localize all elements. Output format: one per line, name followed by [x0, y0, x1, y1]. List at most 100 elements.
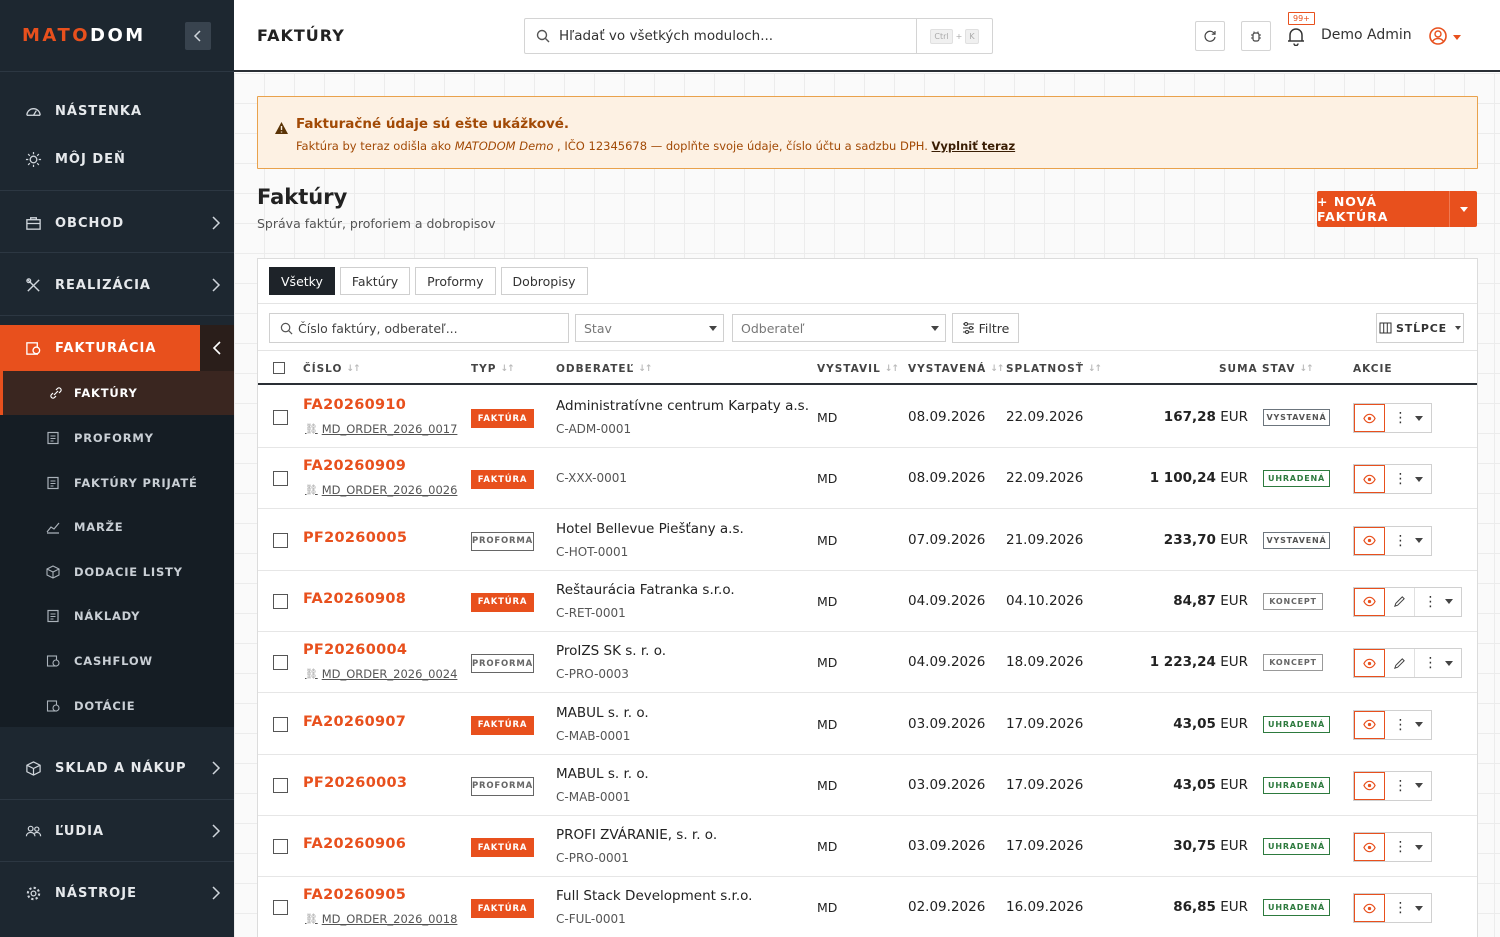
global-search-input[interactable]: Hľadať vo všetkých moduloch... Ctrl + K: [524, 18, 993, 54]
view-button[interactable]: [1354, 894, 1385, 923]
table-row[interactable]: FA20260910 ⛓ MD_ORDER_2026_0017 FAKTÚRA Admi…: [258, 387, 1477, 448]
table-row[interactable]: FA20260905 ⛓ MD_ORDER_2026_0018 FAKTÚRA Full…: [258, 877, 1477, 937]
column-header-number[interactable]: ČÍSLO ↓↑: [303, 363, 361, 375]
customer-select[interactable]: Odberateľ: [732, 314, 946, 342]
order-reference-link[interactable]: ⛓ MD_ORDER_2026_0024: [305, 667, 457, 681]
fill-in-now-link[interactable]: Vyplniť teraz: [932, 139, 1016, 153]
sidebar-subitem-faktury-prijate[interactable]: FAKTÚRY PRIJATÉ: [0, 461, 234, 505]
user-name[interactable]: Demo Admin: [1321, 27, 1412, 43]
more-actions-button[interactable]: ⋮: [1385, 772, 1431, 800]
order-reference-link[interactable]: ⛓ MD_ORDER_2026_0018: [305, 912, 457, 926]
bell-icon[interactable]: [1286, 26, 1306, 46]
invoice-number-link[interactable]: FA20260906: [303, 836, 406, 852]
sidebar-subitem-proformy[interactable]: PROFORMY: [0, 416, 234, 460]
row-checkbox[interactable]: [273, 410, 288, 425]
row-checkbox[interactable]: [273, 777, 288, 793]
more-actions-button[interactable]: ⋮: [1385, 711, 1431, 739]
invoice-number-link[interactable]: FA20260910: [303, 397, 406, 413]
order-reference-link[interactable]: ⛓ MD_ORDER_2026_0017: [305, 422, 457, 436]
column-header-due[interactable]: SPLATNOSŤ ↓↑: [1006, 363, 1102, 375]
sidebar-subitem-cashflow[interactable]: CASHFLOW: [0, 639, 234, 683]
due-date: 17.09.2026: [1006, 776, 1084, 793]
customer-name: MABUL s. r. o.: [556, 765, 649, 782]
tab-all[interactable]: Všetky: [269, 267, 335, 295]
invoice-number-link[interactable]: FA20260909: [303, 458, 406, 474]
sidebar-subitem-dotacie[interactable]: DOTÁCIE: [0, 684, 234, 728]
sidebar-item-ludia[interactable]: ĽUDIA: [0, 807, 234, 855]
view-button[interactable]: [1354, 404, 1385, 432]
table-row[interactable]: FA20260907 FAKTÚRA MABUL s. r. o. C-MAB-000…: [258, 694, 1477, 755]
tab-invoices[interactable]: Faktúry: [339, 267, 411, 295]
invoice-number-link[interactable]: FA20260908: [303, 591, 406, 607]
collapse-section-toggle[interactable]: [200, 325, 234, 371]
sidebar-item-nastenka[interactable]: NÁSTENKA: [0, 88, 234, 134]
sidebar-subitem-marze[interactable]: MARŽE: [0, 505, 234, 549]
sidebar-collapse-button[interactable]: [185, 22, 211, 50]
tab-proformas[interactable]: Proformy: [415, 267, 496, 295]
more-actions-button[interactable]: ⋮: [1415, 588, 1461, 616]
invoice-number-link[interactable]: PF20260005: [303, 530, 407, 546]
column-header-issuer[interactable]: VYSTAVIL ↓↑: [817, 363, 899, 375]
status-select[interactable]: Stav: [575, 314, 724, 342]
sidebar-item-realizacia[interactable]: REALIZÁCIA: [0, 261, 234, 309]
new-invoice-button[interactable]: + NOVÁ FAKTÚRA: [1317, 191, 1449, 227]
view-button[interactable]: [1354, 710, 1385, 739]
view-button[interactable]: [1354, 526, 1385, 555]
row-checkbox[interactable]: [273, 655, 288, 671]
more-vertical-icon: ⋮: [1393, 839, 1408, 856]
view-button[interactable]: [1354, 771, 1385, 800]
column-header-status[interactable]: STAV ↓↑: [1262, 363, 1314, 375]
more-actions-button[interactable]: ⋮: [1385, 894, 1431, 922]
column-header-customer[interactable]: ODBERATEĽ ↓↑: [556, 363, 652, 375]
column-header-amount[interactable]: SUMA: [1219, 363, 1258, 375]
more-actions-button[interactable]: ⋮: [1415, 649, 1461, 677]
select-all-checkbox[interactable]: [273, 362, 285, 374]
sidebar-item-fakturacia[interactable]: FAKTURÁCIA: [0, 325, 234, 371]
topbar-title: FAKTÚRY: [257, 26, 345, 45]
row-checkbox[interactable]: [273, 532, 288, 548]
sidebar-subitem-faktury[interactable]: FAKTÚRY: [0, 371, 234, 415]
sidebar-item-obchod[interactable]: OBCHOD: [0, 199, 234, 247]
row-checkbox[interactable]: [273, 900, 288, 916]
more-actions-button[interactable]: ⋮: [1385, 833, 1431, 861]
row-checkbox[interactable]: [273, 593, 288, 609]
view-button[interactable]: [1354, 833, 1385, 862]
invoice-search-input[interactable]: Číslo faktúry, odberateľ...: [269, 313, 569, 343]
row-checkbox[interactable]: [273, 716, 288, 732]
column-header-issued[interactable]: VYSTAVENÁ ↓↑: [908, 363, 1004, 375]
sidebar-subitem-dodacie-listy[interactable]: DODACIE LISTY: [0, 550, 234, 594]
columns-button[interactable]: STĹPCE: [1376, 313, 1464, 343]
row-checkbox[interactable]: [273, 471, 288, 487]
edit-button[interactable]: [1385, 649, 1415, 678]
invoice-number-link[interactable]: PF20260003: [303, 775, 407, 791]
invoice-number-link[interactable]: FA20260905: [303, 887, 406, 903]
user-menu[interactable]: [1429, 26, 1461, 48]
invoice-number-link[interactable]: FA20260907: [303, 714, 406, 730]
new-invoice-dropdown-button[interactable]: [1449, 191, 1477, 227]
order-reference-link[interactable]: ⛓ MD_ORDER_2026_0026: [305, 483, 457, 497]
invoice-number-link[interactable]: PF20260004: [303, 642, 407, 658]
sidebar-subitem-naklady[interactable]: NÁKLADY: [0, 594, 234, 638]
view-button[interactable]: [1354, 465, 1385, 494]
row-checkbox[interactable]: [273, 839, 288, 855]
edit-button[interactable]: [1385, 587, 1415, 616]
table-row[interactable]: PF20260005 PROFORMA Hotel Bellevue Piešťan…: [258, 510, 1477, 571]
bug-report-button[interactable]: [1241, 21, 1271, 51]
more-actions-button[interactable]: ⋮: [1385, 465, 1431, 493]
refresh-button[interactable]: [1195, 21, 1225, 51]
filters-button[interactable]: Filtre: [952, 313, 1019, 343]
table-row[interactable]: PF20260003 PROFORMA MABUL s. r. o. C-MAB-00…: [258, 755, 1477, 816]
more-actions-button[interactable]: ⋮: [1385, 404, 1431, 432]
tab-credit-notes[interactable]: Dobropisy: [500, 267, 588, 295]
column-header-type[interactable]: TYP ↓↑: [471, 363, 515, 375]
more-actions-button[interactable]: ⋮: [1385, 527, 1431, 555]
sidebar-item-nastroje[interactable]: NÁSTROJE: [0, 869, 234, 917]
table-row[interactable]: FA20260906 FAKTÚRA PROFI ZVÁRANIE, s. r. o…: [258, 816, 1477, 878]
sidebar-item-sklad[interactable]: SKLAD A NÁKUP: [0, 744, 234, 792]
view-button[interactable]: [1354, 587, 1385, 616]
table-row[interactable]: PF20260004 ⛓ MD_ORDER_2026_0024 PROFORMA Pro…: [258, 632, 1477, 694]
table-row[interactable]: FA20260909 ⛓ MD_ORDER_2026_0026 FAKTÚRA C-XX…: [258, 448, 1477, 510]
sidebar-item-moj-den[interactable]: MÔJ DEŇ: [0, 136, 234, 182]
table-row[interactable]: FA20260908 FAKTÚRA Reštaurácia Fatranka s.…: [258, 571, 1477, 632]
view-button[interactable]: [1354, 649, 1385, 678]
